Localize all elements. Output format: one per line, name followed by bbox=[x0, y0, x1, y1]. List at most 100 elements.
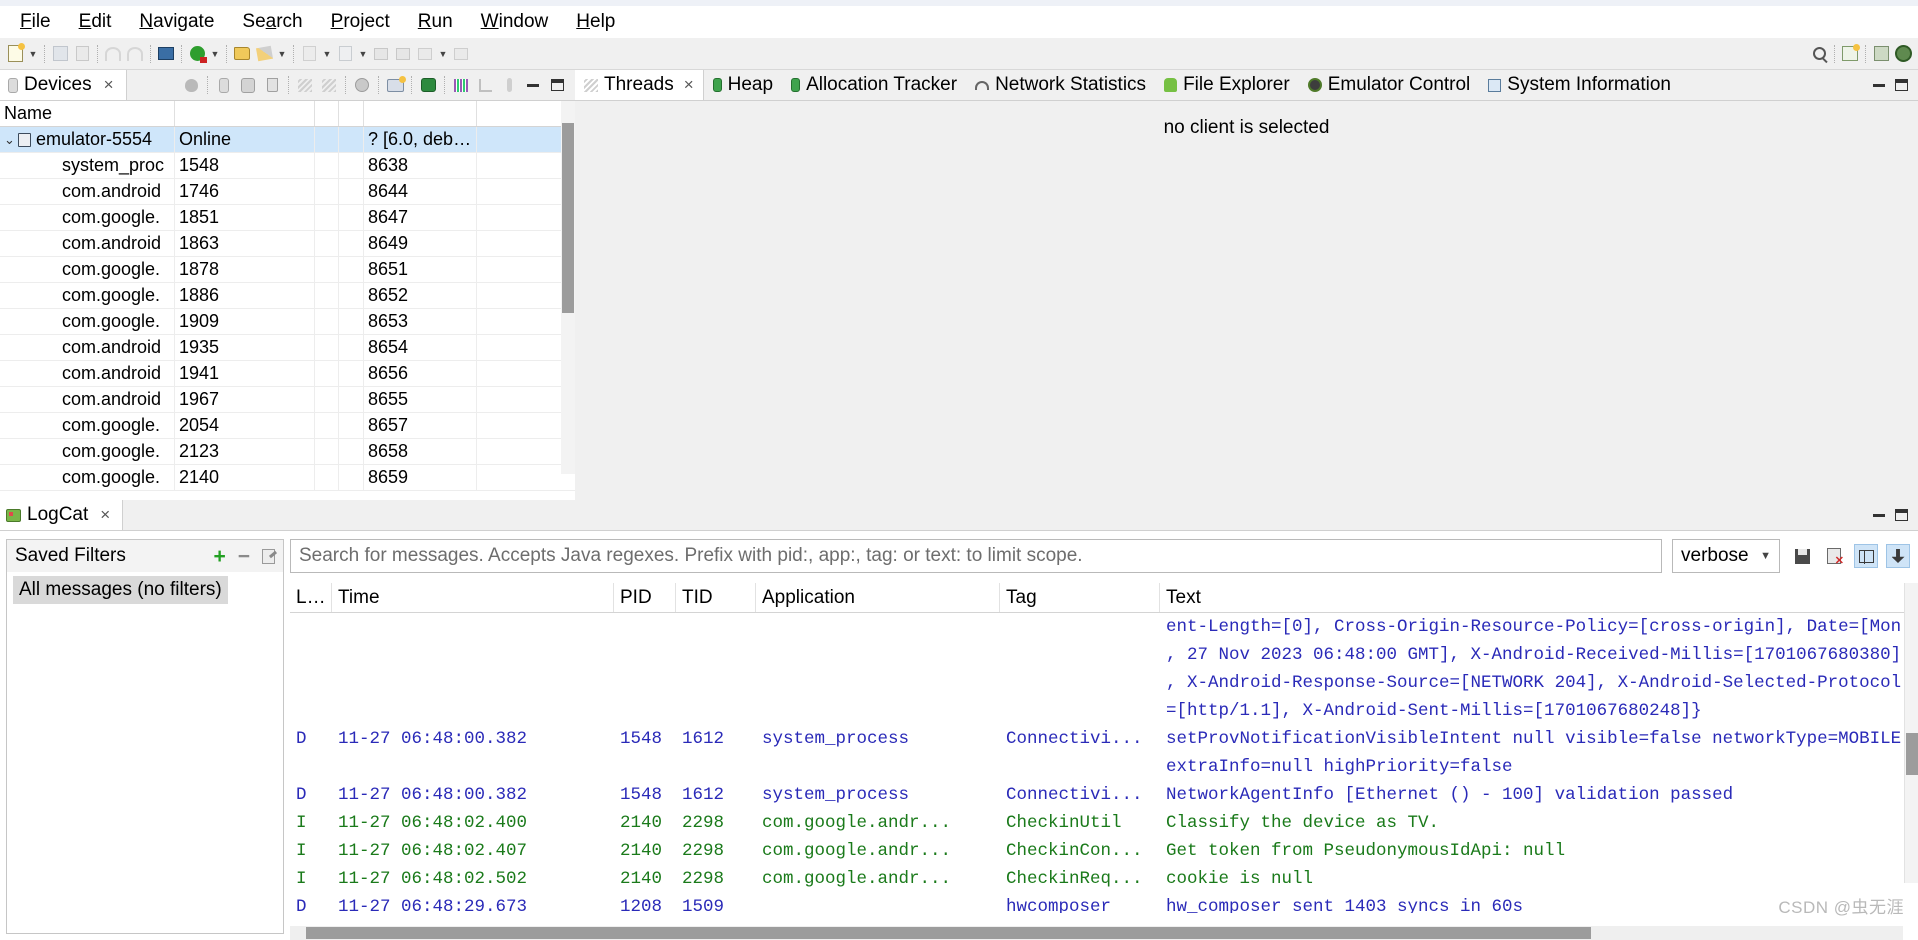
menu-navigate[interactable]: Navigate bbox=[125, 8, 228, 36]
display-saved-logs-icon[interactable] bbox=[1854, 544, 1878, 568]
new-perspective-icon[interactable] bbox=[1839, 42, 1861, 66]
chevron-down-icon[interactable]: ▼ bbox=[26, 42, 40, 66]
device-row[interactable]: com.google. 2123 8658 bbox=[0, 439, 575, 465]
table-icon[interactable] bbox=[334, 42, 356, 66]
logcat-row[interactable]: D 11-27 06:48:00.382 1548 1612 system_proces… bbox=[290, 781, 1918, 809]
save-log-icon[interactable] bbox=[1790, 544, 1814, 568]
column-header-3[interactable] bbox=[315, 101, 339, 126]
device-row[interactable]: system_proc 1548 8638 bbox=[0, 153, 575, 179]
tab-network-statistics[interactable]: Network Statistics bbox=[966, 70, 1155, 100]
logcat-vertical-scrollbar[interactable] bbox=[1904, 583, 1918, 883]
chevron-down-icon[interactable]: ▼ bbox=[436, 42, 450, 66]
minimize-icon[interactable] bbox=[1873, 83, 1885, 87]
device-row[interactable]: com.google. 2140 8659 bbox=[0, 465, 575, 491]
menu-file[interactable]: File bbox=[6, 8, 65, 36]
logcat-row[interactable]: D 11-27 06:48:29.673 1208 1509 hwcomposer hw_… bbox=[290, 893, 1918, 913]
tab-devices[interactable]: Devices × bbox=[0, 70, 127, 100]
close-icon[interactable]: × bbox=[104, 75, 114, 95]
logcat-row[interactable]: I 11-27 06:48:02.400 2140 2298 com.google.an… bbox=[290, 809, 1918, 837]
screen-capture-icon[interactable] bbox=[383, 74, 407, 96]
search-icon[interactable] bbox=[1808, 42, 1830, 66]
device-row[interactable]: com.google. 1878 8651 bbox=[0, 257, 575, 283]
filter-item-all-messages[interactable]: All messages (no filters) bbox=[13, 576, 228, 604]
right-arrow-icon[interactable] bbox=[450, 42, 472, 66]
close-icon[interactable]: × bbox=[100, 505, 110, 525]
undo-icon[interactable] bbox=[102, 42, 124, 66]
device-row[interactable]: com.google. 2054 8657 bbox=[0, 413, 575, 439]
dump-hprof-icon[interactable] bbox=[236, 74, 260, 96]
tab-logcat[interactable]: LogCat × bbox=[0, 500, 124, 530]
device-row[interactable]: com.google. 1909 8653 bbox=[0, 309, 575, 335]
scroll-lock-icon[interactable] bbox=[1886, 544, 1910, 568]
column-header-application[interactable]: Application bbox=[756, 583, 1000, 612]
minimize-icon[interactable] bbox=[521, 74, 545, 96]
view-menu-icon[interactable] bbox=[497, 74, 521, 96]
column-header-tag[interactable]: Tag bbox=[1000, 583, 1160, 612]
scrollbar-thumb[interactable] bbox=[562, 123, 574, 313]
column-header-2[interactable] bbox=[175, 101, 315, 126]
menu-edit[interactable]: Edit bbox=[65, 8, 126, 36]
column-header-time[interactable]: Time bbox=[332, 583, 614, 612]
logcat-row[interactable]: D 11-27 06:48:00.382 1548 1612 system_proces… bbox=[290, 725, 1918, 753]
device-row[interactable]: com.android 1967 8655 bbox=[0, 387, 575, 413]
search-input[interactable]: Search for messages. Accepts Java regexe… bbox=[290, 539, 1662, 573]
start-method-profiling-icon[interactable] bbox=[317, 74, 341, 96]
device-row[interactable]: com.google. 1851 8647 bbox=[0, 205, 575, 231]
log-level-select[interactable]: verbose ▼ bbox=[1672, 539, 1780, 573]
run-icon[interactable] bbox=[186, 42, 208, 66]
open-folder-icon[interactable] bbox=[231, 42, 253, 66]
add-filter-icon[interactable]: + bbox=[213, 546, 225, 567]
column-header-pid[interactable]: PID bbox=[614, 583, 676, 612]
stop-process-icon[interactable] bbox=[350, 74, 374, 96]
tab-emulator-control[interactable]: Emulator Control bbox=[1299, 70, 1480, 100]
import-icon[interactable] bbox=[298, 42, 320, 66]
scrollbar-thumb[interactable] bbox=[1906, 733, 1918, 775]
column-header-text[interactable]: Text bbox=[1160, 583, 1918, 612]
update-heap-icon[interactable] bbox=[212, 74, 236, 96]
chevron-down-icon[interactable]: ⌄ bbox=[4, 132, 18, 148]
tab-heap[interactable]: Heap bbox=[704, 70, 782, 100]
tracer-icon[interactable] bbox=[473, 74, 497, 96]
logcat-row[interactable]: ent-Length=[0], Cross-Origin-Resource-Po… bbox=[290, 613, 1918, 641]
menu-search[interactable]: Search bbox=[228, 8, 316, 36]
tab-allocation-tracker[interactable]: Allocation Tracker bbox=[782, 70, 966, 100]
menu-project[interactable]: Project bbox=[317, 8, 404, 36]
clear-log-icon[interactable] bbox=[1822, 544, 1846, 568]
maximize-icon[interactable] bbox=[1895, 509, 1908, 521]
debug-icon[interactable] bbox=[179, 74, 203, 96]
logcat-horizontal-scrollbar[interactable] bbox=[290, 926, 1903, 940]
back-nav-icon[interactable] bbox=[370, 42, 392, 66]
logcat-row[interactable]: I 11-27 06:48:02.502 2140 2298 com.google.an… bbox=[290, 865, 1918, 893]
column-header-6[interactable] bbox=[477, 101, 556, 126]
remove-filter-icon[interactable]: − bbox=[238, 546, 250, 567]
left-arrow-icon[interactable] bbox=[414, 42, 436, 66]
logcat-row[interactable]: I 11-27 06:48:02.407 2140 2298 com.google.an… bbox=[290, 837, 1918, 865]
cause-gc-icon[interactable] bbox=[260, 74, 284, 96]
redo-icon[interactable] bbox=[124, 42, 146, 66]
column-header-4[interactable] bbox=[339, 101, 364, 126]
scrollbar-thumb[interactable] bbox=[306, 927, 1591, 939]
update-threads-icon[interactable] bbox=[293, 74, 317, 96]
new-document-icon[interactable] bbox=[4, 42, 26, 66]
devices-vertical-scrollbar[interactable] bbox=[561, 101, 575, 474]
tab-system-information[interactable]: System Information bbox=[1479, 70, 1680, 100]
save-all-icon[interactable] bbox=[71, 42, 93, 66]
tab-threads[interactable]: Threads × bbox=[575, 70, 704, 100]
logcat-row[interactable]: , 27 Nov 2023 06:48:00 GMT], X-Android-R… bbox=[290, 641, 1918, 669]
minimize-icon[interactable] bbox=[1873, 513, 1885, 517]
maximize-icon[interactable] bbox=[545, 74, 569, 96]
device-row[interactable]: ⌄ emulator-5554 Online ? [6.0, deb… bbox=[0, 127, 575, 153]
perspective-ddms-icon[interactable] bbox=[1892, 42, 1914, 66]
chevron-down-icon[interactable]: ▼ bbox=[208, 42, 222, 66]
column-header-name[interactable]: Name bbox=[0, 101, 175, 126]
system-bars-icon[interactable] bbox=[449, 74, 473, 96]
console-icon[interactable] bbox=[155, 42, 177, 66]
chevron-down-icon[interactable]: ▼ bbox=[275, 42, 289, 66]
menu-run[interactable]: Run bbox=[404, 8, 467, 36]
chevron-down-icon[interactable]: ▼ bbox=[320, 42, 334, 66]
device-row[interactable]: com.android 1941 8656 bbox=[0, 361, 575, 387]
maximize-icon[interactable] bbox=[1895, 79, 1908, 91]
menu-window[interactable]: Window bbox=[467, 8, 563, 36]
column-header-level[interactable]: L… bbox=[290, 583, 332, 612]
column-header-tid[interactable]: TID bbox=[676, 583, 756, 612]
